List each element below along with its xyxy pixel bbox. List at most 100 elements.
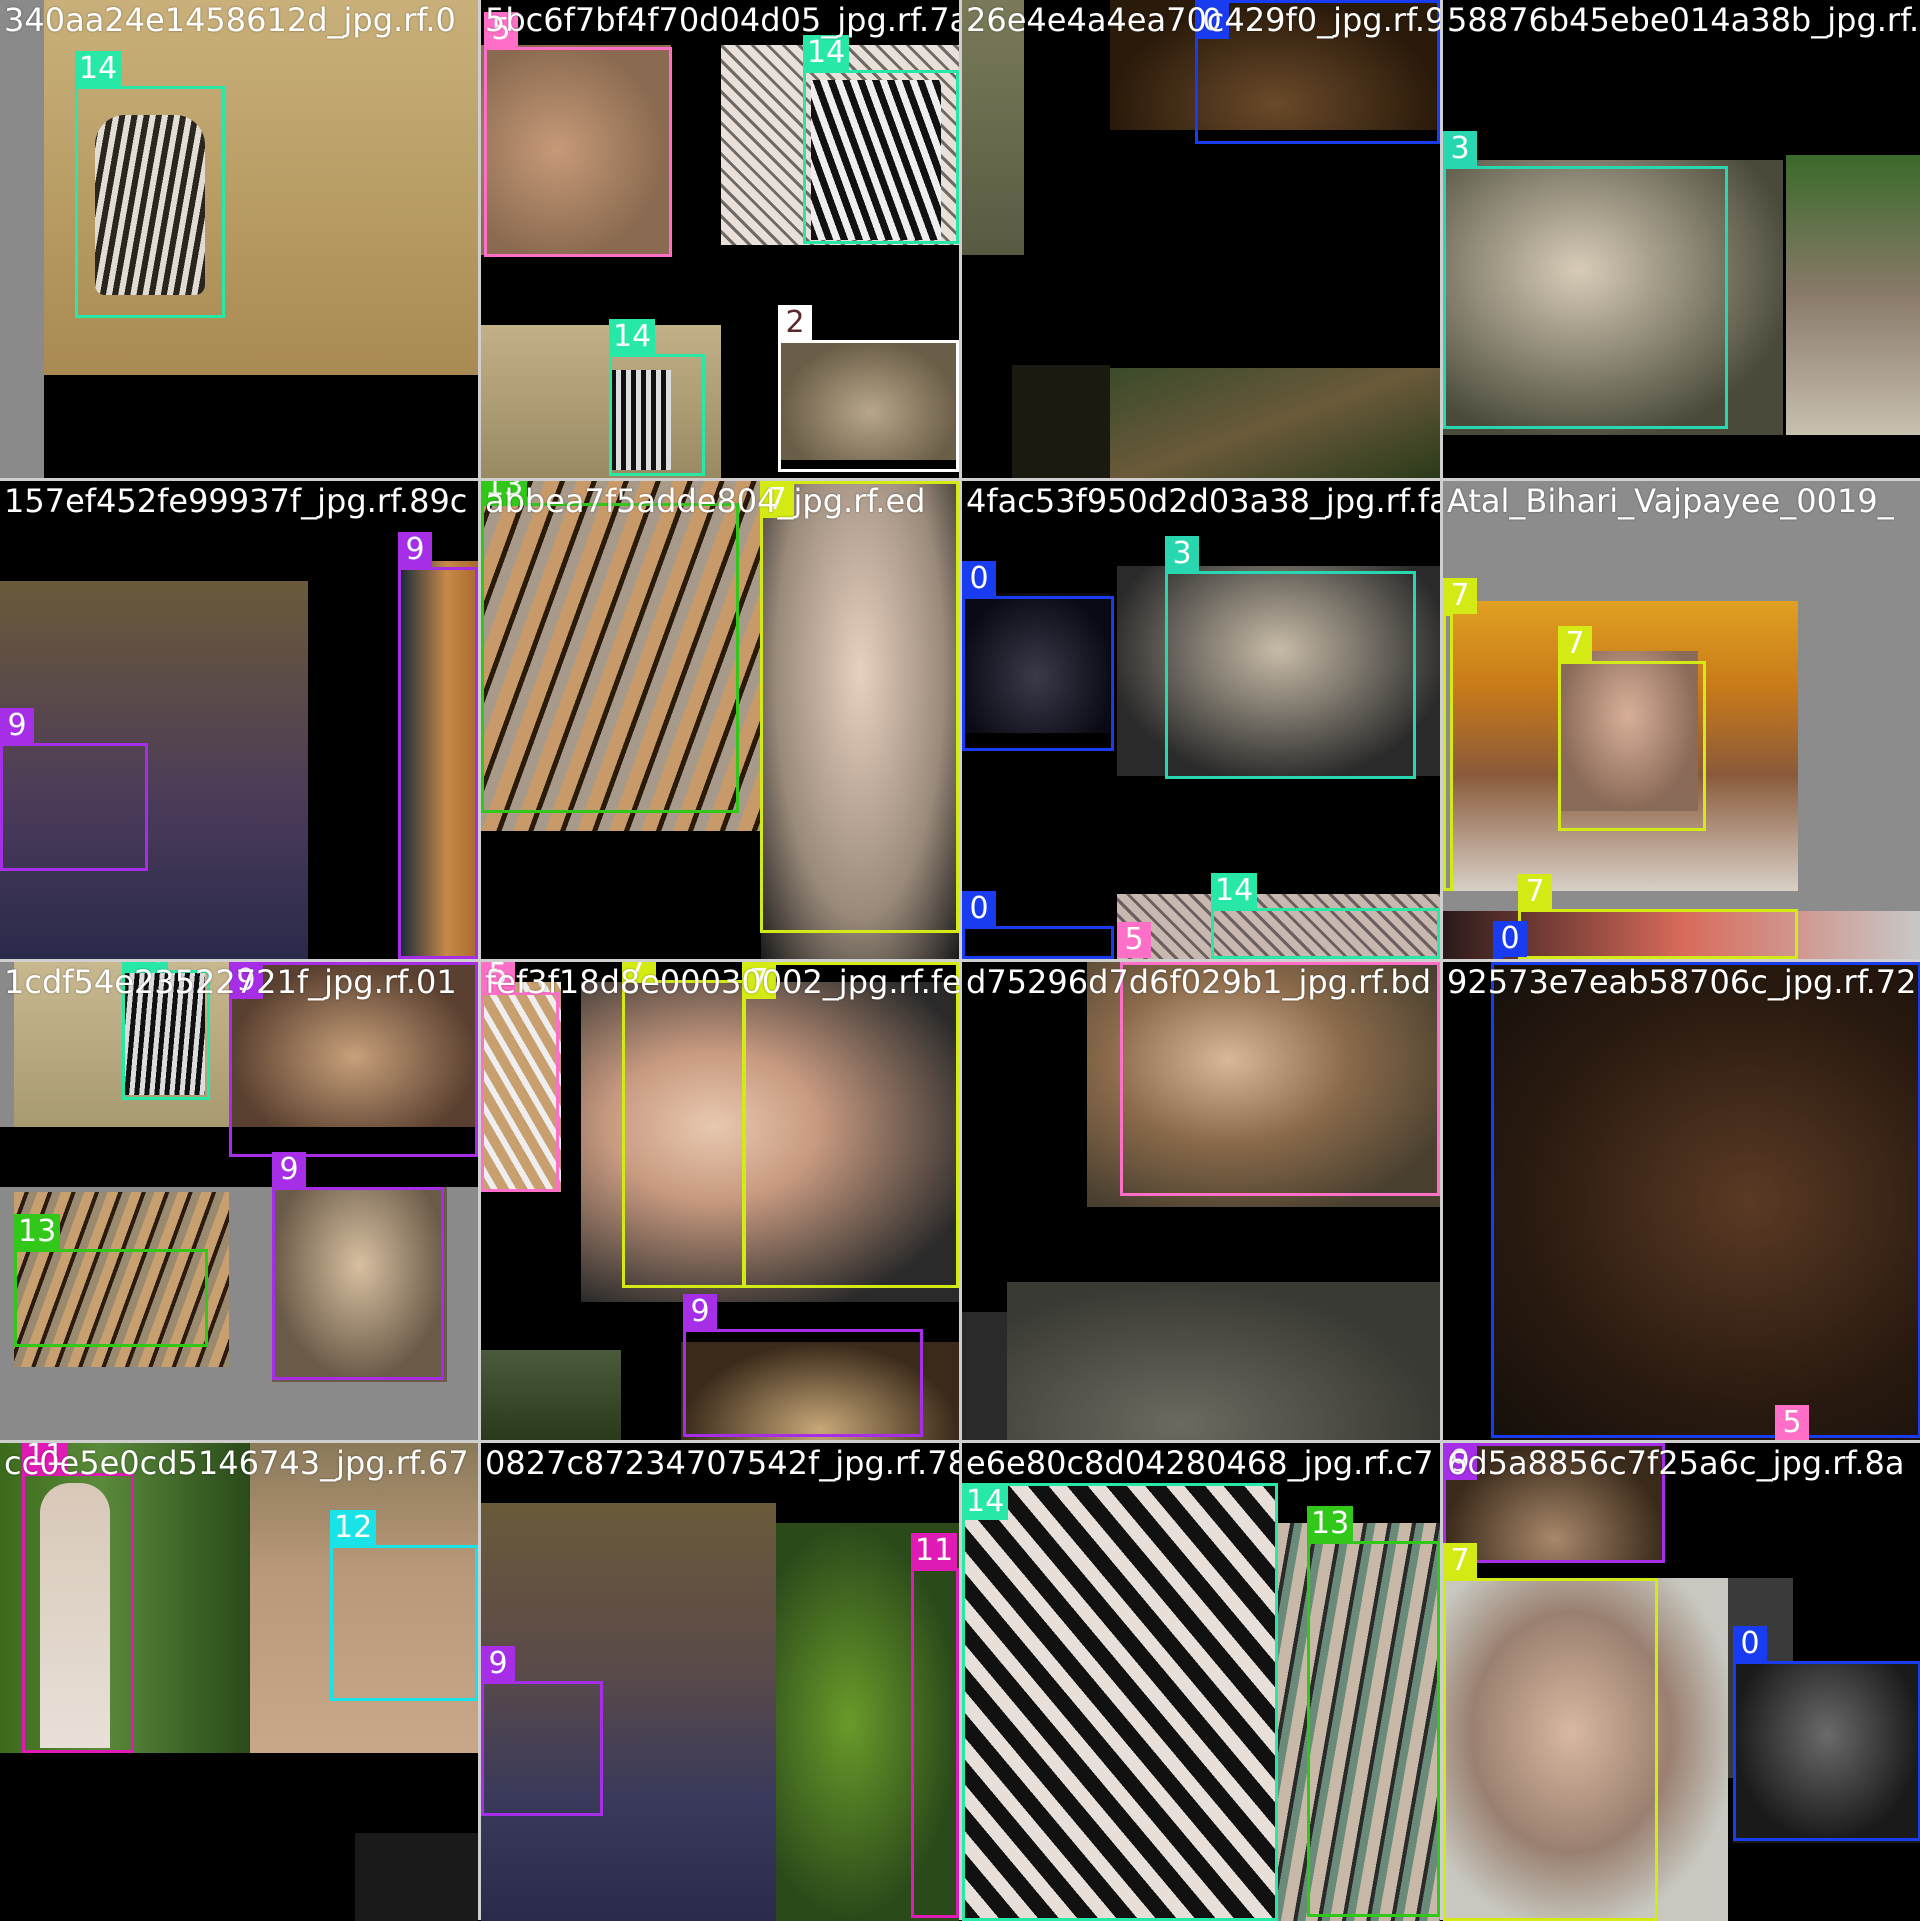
mosaic-grid: 14 340aa24e1458612d_jpg.rf.0 5 14 14 2 5… (0, 0, 1920, 1921)
detection-box: 2 (778, 305, 959, 472)
photo-foliage (481, 1350, 621, 1440)
detection-box: 14 (962, 1483, 1278, 1921)
detection-box: 9 (272, 1152, 444, 1380)
detection-box: 11 (22, 1443, 134, 1753)
detection-box: 7 (1443, 1543, 1658, 1921)
detection-box: 14 (803, 35, 959, 244)
tile-12: 5 92573e7eab58706c_jpg.rf.72 (1443, 962, 1920, 1440)
tile-13: 11 12 cc0e5e0cd5146743_jpg.rf.67 (0, 1443, 478, 1921)
photo-foliage (1012, 365, 1110, 478)
class-label: 9 (398, 532, 432, 568)
class-label: 5 (1775, 1405, 1809, 1440)
image-filename: abbea7f5adde804_jpg.rf.ed (485, 482, 926, 520)
tile-11: 5 d75296d7d6f029b1_jpg.rf.bd (962, 962, 1440, 1440)
tile-15: 14 13 e6e80c8d04280468_jpg.rf.c7 (962, 1443, 1440, 1921)
class-label: 3 (1443, 131, 1477, 167)
detection-box: 7 (742, 962, 959, 1288)
detection-box: 7 (1443, 578, 1477, 891)
tile-2: 5 14 14 2 5bc6f7bf4f70d04d05_jpg.rf.7a (481, 0, 959, 478)
image-filename: Atal_Bihari_Vajpayee_0019_ (1447, 482, 1894, 520)
photo-dark (355, 1833, 478, 1921)
detection-box: 7 (622, 962, 746, 1288)
detection-box: 3 (1165, 536, 1416, 779)
detection-box: 7 (760, 481, 959, 933)
detection-box: 14 (1211, 873, 1440, 959)
detection-box: 13 (14, 1214, 208, 1347)
class-label: 0 (962, 561, 996, 597)
image-filename: 340aa24e1458612d_jpg.rf.0 (4, 1, 456, 39)
image-filename: fef3f18d8e00030002_jpg.rf.fe (485, 963, 959, 1001)
tile-6: 13 7 abbea7f5adde804_jpg.rf.ed (481, 481, 959, 959)
class-label: 13 (14, 1214, 61, 1250)
detection-box: 9 (398, 532, 478, 959)
image-filename: 6d5a8856c7f25a6c_jpg.rf.8a (1447, 1444, 1905, 1482)
class-label: 2 (778, 305, 812, 341)
grid-line (0, 478, 1920, 481)
class-label: 14 (75, 51, 122, 87)
detection-box: 9 (481, 1646, 603, 1816)
class-label: 9 (272, 1152, 306, 1188)
class-label: 14 (609, 319, 656, 355)
photo-animal (1007, 1282, 1440, 1440)
tile-8: 7 7 7 0 Atal_Bihari_Vajpayee_0019_ (1443, 481, 1920, 959)
detection-box: 7 (1558, 626, 1706, 831)
class-label: 7 (1518, 874, 1552, 910)
class-label: 9 (683, 1294, 717, 1330)
class-label: 12 (330, 1510, 377, 1546)
detection-box: 13 (481, 481, 739, 813)
detection-box: 7 (1518, 874, 1798, 959)
image-filename: e6e80c8d04280468_jpg.rf.c7 (966, 1444, 1434, 1482)
image-filename: 58876b45ebe014a38b_jpg.rf.a (1447, 1, 1920, 39)
detection-box: 0 (1733, 1626, 1920, 1841)
tile-10: 5 7 7 9 fef3f18d8e00030002_jpg.rf.fe (481, 962, 959, 1440)
detection-box: 0 (962, 891, 1114, 959)
photo-foliage (1110, 368, 1440, 478)
detection-box: 14 (75, 51, 225, 318)
class-label: 7 (1558, 626, 1592, 662)
grid-line (0, 959, 1920, 962)
detection-box: 9 (0, 708, 148, 871)
detection-box: 5 (484, 12, 672, 257)
image-filename: 26e4e4a4ea70c429f0_jpg.rf.97 (966, 1, 1440, 39)
tile-9: 14 9 13 9 1cdf54e23522721f_jpg.rf.01 (0, 962, 478, 1440)
tile-16: 9 7 0 6d5a8856c7f25a6c_jpg.rf.8a (1443, 1443, 1920, 1921)
class-label: 9 (481, 1646, 515, 1682)
photo-zoo (1786, 155, 1920, 435)
image-filename: 4fac53f950d2d03a38_jpg.rf.fa (966, 482, 1440, 520)
class-label: 14 (803, 35, 850, 71)
image-filename: cc0e5e0cd5146743_jpg.rf.67 (4, 1444, 469, 1482)
tile-14: 9 11 0827c87234707542f_jpg.rf.78 (481, 1443, 959, 1921)
detection-box (1491, 962, 1920, 1438)
image-filename: 1cdf54e23522721f_jpg.rf.01 (4, 963, 457, 1001)
detection-box: 3 (1443, 131, 1728, 429)
photo-savanna (0, 0, 44, 478)
tile-7: 0 3 0 14 5 4fac53f950d2d03a38_jpg.rf.fa (962, 481, 1440, 959)
detection-box: 13 (1307, 1506, 1440, 1917)
class-label: 0 (1733, 1626, 1767, 1662)
detection-box: 14 (609, 319, 705, 476)
detection-box: 9 (683, 1294, 923, 1437)
image-filename: 92573e7eab58706c_jpg.rf.72 (1447, 963, 1917, 1001)
class-label: 11 (911, 1533, 958, 1569)
tile-1: 14 340aa24e1458612d_jpg.rf.0 (0, 0, 478, 478)
photo-dark (962, 1312, 1007, 1440)
class-label: 7 (1443, 578, 1477, 614)
tile-4: 3 58876b45ebe014a38b_jpg.rf.a (1443, 0, 1920, 478)
image-filename: d75296d7d6f029b1_jpg.rf.bd (966, 963, 1432, 1001)
tile-3: 0 26e4e4a4ea70c429f0_jpg.rf.97 (962, 0, 1440, 478)
class-label: 14 (962, 1484, 1009, 1520)
class-label: 5 (1117, 922, 1151, 958)
class-label: 14 (1211, 873, 1258, 909)
detection-box: 12 (330, 1510, 478, 1701)
image-filename: 5bc6f7bf4f70d04d05_jpg.rf.7a (485, 1, 959, 39)
class-label: 9 (0, 708, 34, 744)
grid-line (0, 1440, 1920, 1443)
class-label: 3 (1165, 536, 1199, 572)
image-filename: 157ef452fe99937f_jpg.rf.89c (4, 482, 468, 520)
class-label: 7 (1443, 1543, 1477, 1579)
detection-box: 0 (962, 561, 1114, 751)
image-filename: 0827c87234707542f_jpg.rf.78 (485, 1444, 959, 1482)
class-label: 0 (962, 891, 996, 927)
detection-box: 11 (911, 1533, 959, 1918)
class-label: 0 (1493, 921, 1527, 957)
